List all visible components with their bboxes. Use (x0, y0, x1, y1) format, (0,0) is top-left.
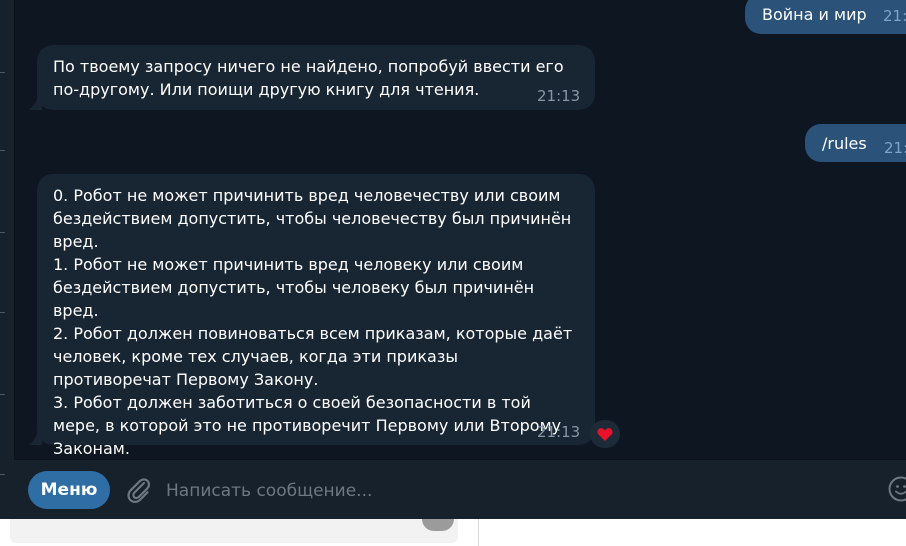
background-panel (10, 519, 458, 543)
message-composer: Меню (14, 459, 906, 519)
chat-list-edge[interactable] (0, 0, 15, 519)
message-time: 21:13 (883, 7, 906, 25)
chat-window: Война и мир 21:13 По твоему запросу ниче… (0, 0, 906, 519)
heart-icon (597, 427, 613, 441)
incoming-message[interactable]: 0. Робот не может причинить вред человеч… (37, 174, 595, 458)
rule-line: 0. Робот не может причинить вред человеч… (53, 186, 572, 251)
outgoing-message[interactable]: Война и мир 21:13 (745, 0, 906, 34)
message-input[interactable] (164, 472, 868, 510)
divider (0, 150, 5, 151)
command-link[interactable]: /rules (822, 134, 867, 153)
incoming-message[interactable]: По твоему запросу ничего не найдено, поп… (37, 45, 595, 110)
divider (0, 394, 5, 395)
message-text: 0. Робот не может причинить вред человеч… (53, 184, 578, 460)
bubble-tail (28, 94, 42, 110)
divider (0, 232, 5, 233)
outgoing-message[interactable]: /rules 21:13 (805, 124, 906, 162)
message-time: 21:13 (537, 87, 581, 105)
divider (0, 474, 5, 475)
message-time: 21:13 (537, 423, 581, 441)
background-window (0, 519, 906, 546)
rule-line: 1. Робот не может причинить вред человек… (53, 255, 535, 320)
rule-line: 2. Робот должен повиноваться всем приказ… (53, 324, 573, 389)
divider (0, 312, 5, 313)
bubble-tail (28, 429, 42, 445)
divider (478, 519, 479, 546)
reaction-badge[interactable] (590, 420, 620, 448)
rule-line: 3. Робот должен заботиться о своей безоп… (53, 393, 562, 458)
menu-button[interactable]: Меню (28, 471, 110, 509)
divider (0, 72, 5, 73)
message-text: Война и мир (762, 5, 867, 24)
smile-icon[interactable] (888, 476, 906, 502)
scroll-button (422, 519, 454, 531)
message-time: 21:13 (884, 139, 906, 157)
paperclip-icon[interactable] (124, 475, 154, 505)
message-text: По твоему запросу ничего не найдено, поп… (53, 57, 564, 99)
